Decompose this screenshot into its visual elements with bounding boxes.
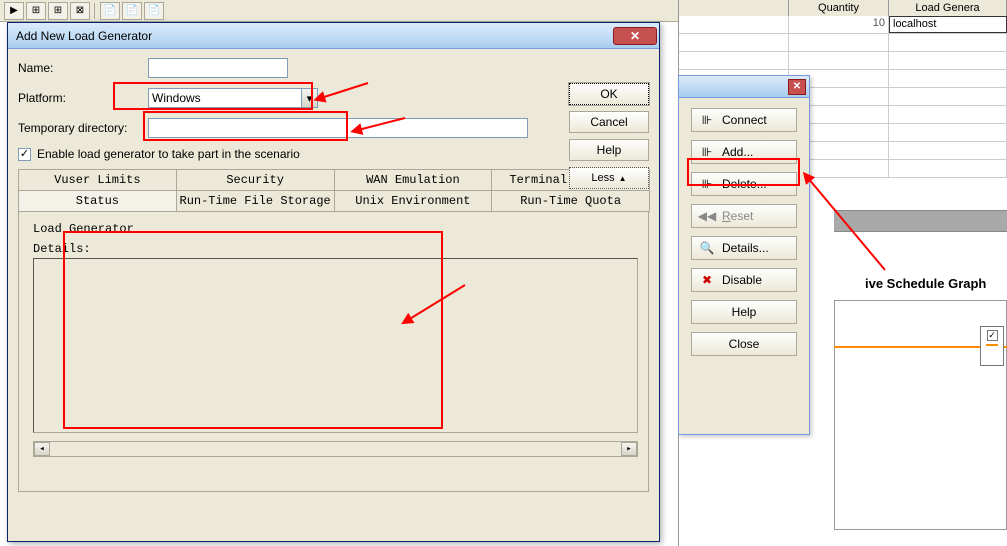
load-generators-panel: ✕ ⊪ Connect ⊪ Add... ⊪ Delete... ◀◀ Rese… bbox=[678, 75, 810, 435]
enable-checkbox-label: Enable load generator to take part in th… bbox=[37, 147, 300, 161]
panel-help-button[interactable]: Help bbox=[691, 300, 797, 324]
reset-button[interactable]: ◀◀ Reset bbox=[691, 204, 797, 228]
add-button[interactable]: ⊪ Add... bbox=[691, 140, 797, 164]
disable-button[interactable]: ✖ Disable bbox=[691, 268, 797, 292]
main-toolbar: ▶ ⊞ ⊞ ⊠ 📄 📄 📄 bbox=[0, 0, 678, 22]
col-quantity: Quantity bbox=[789, 0, 889, 16]
toolbar-btn-7[interactable]: 📄 bbox=[144, 2, 164, 20]
dialog-title: Add New Load Generator bbox=[16, 29, 152, 43]
panel-close-button[interactable]: ✕ bbox=[788, 79, 806, 95]
delete-label: Delete... bbox=[722, 177, 767, 191]
col-loadgen: Load Genera bbox=[889, 0, 1007, 16]
status-pane: Load Generator Details: ◂ ▸ bbox=[18, 212, 649, 492]
add-load-generator-dialog: Add New Load Generator ✕ Name: Platform:… bbox=[7, 22, 660, 542]
disable-label: Disable bbox=[722, 273, 762, 287]
tab-runtime-quota[interactable]: Run-Time Quota bbox=[491, 190, 650, 212]
graph-section-divider bbox=[834, 210, 1007, 232]
panel-close-label: Close bbox=[729, 337, 760, 351]
name-label: Name: bbox=[18, 61, 148, 75]
reset-icon: ◀◀ bbox=[700, 209, 714, 223]
panel-close-btn[interactable]: Close bbox=[691, 332, 797, 356]
name-input[interactable] bbox=[148, 58, 288, 78]
less-label: Less bbox=[591, 172, 614, 184]
toolbar-btn-2[interactable]: ⊞ bbox=[26, 2, 46, 20]
platform-select[interactable] bbox=[148, 88, 318, 108]
details-textarea[interactable] bbox=[33, 258, 638, 433]
tab-unix-environment[interactable]: Unix Environment bbox=[334, 190, 493, 212]
connect-button[interactable]: ⊪ Connect bbox=[691, 108, 797, 132]
details-label: Details... bbox=[722, 241, 769, 255]
less-button[interactable]: Less ▲ bbox=[569, 167, 649, 189]
platform-label: Platform: bbox=[18, 91, 148, 105]
legend-swatch bbox=[986, 344, 998, 346]
platform-dropdown-button[interactable]: ▾ bbox=[301, 89, 317, 107]
graph-legend: ✓ bbox=[980, 326, 1004, 366]
cancel-button[interactable]: Cancel bbox=[569, 111, 649, 133]
row1-gen[interactable]: localhost bbox=[889, 16, 1007, 33]
tab-status[interactable]: Status bbox=[18, 190, 177, 212]
toolbar-btn-6[interactable]: 📄 bbox=[122, 2, 142, 20]
tabs-row-1: Vuser Limits Security WAN Emulation Term… bbox=[18, 169, 649, 190]
tab-runtime-file-storage[interactable]: Run-Time File Storage bbox=[176, 190, 335, 212]
graph-title: ive Schedule Graph bbox=[865, 276, 986, 291]
connect-icon: ⊪ bbox=[700, 113, 714, 127]
reset-label: Reset bbox=[722, 209, 753, 223]
status-header: Load Generator bbox=[33, 222, 638, 236]
ok-button[interactable]: OK bbox=[569, 83, 649, 105]
tabs-row-2: Status Run-Time File Storage Unix Enviro… bbox=[18, 190, 649, 212]
horizontal-scrollbar[interactable]: ◂ ▸ bbox=[33, 441, 638, 457]
add-label: Add... bbox=[722, 145, 753, 159]
tempdir-label: Temporary directory: bbox=[18, 121, 148, 135]
details-label: Details: bbox=[33, 242, 638, 256]
tab-wan-emulation[interactable]: WAN Emulation bbox=[334, 169, 493, 190]
chevron-down-icon: ▾ bbox=[307, 92, 313, 105]
dialog-titlebar: Add New Load Generator ✕ bbox=[8, 23, 659, 49]
panel-titlebar: ✕ bbox=[679, 76, 809, 98]
toolbar-btn-3[interactable]: ⊞ bbox=[48, 2, 68, 20]
toolbar-btn-1[interactable]: ▶ bbox=[4, 2, 24, 20]
scroll-right-button[interactable]: ▸ bbox=[621, 442, 637, 456]
check-icon: ✓ bbox=[20, 149, 29, 160]
dialog-close-button[interactable]: ✕ bbox=[613, 27, 657, 45]
legend-checkbox[interactable]: ✓ bbox=[987, 330, 998, 341]
row1-qty: 10 bbox=[789, 16, 889, 33]
panel-help-label: Help bbox=[732, 305, 757, 319]
collapse-up-icon: ▲ bbox=[619, 174, 627, 183]
delete-button[interactable]: ⊪ Delete... bbox=[691, 172, 797, 196]
toolbar-btn-4[interactable]: ⊠ bbox=[70, 2, 90, 20]
connect-label: Connect bbox=[722, 113, 767, 127]
details-icon: 🔍 bbox=[700, 241, 714, 255]
tab-security[interactable]: Security bbox=[176, 169, 335, 190]
disable-icon: ✖ bbox=[700, 273, 714, 287]
tempdir-input[interactable] bbox=[148, 118, 528, 138]
toolbar-btn-5[interactable]: 📄 bbox=[100, 2, 120, 20]
details-button[interactable]: 🔍 Details... bbox=[691, 236, 797, 260]
scroll-left-button[interactable]: ◂ bbox=[34, 442, 50, 456]
help-button[interactable]: Help bbox=[569, 139, 649, 161]
delete-icon: ⊪ bbox=[700, 177, 714, 191]
enable-checkbox[interactable]: ✓ bbox=[18, 148, 31, 161]
tab-vuser-limits[interactable]: Vuser Limits bbox=[18, 169, 177, 190]
add-icon: ⊪ bbox=[700, 145, 714, 159]
